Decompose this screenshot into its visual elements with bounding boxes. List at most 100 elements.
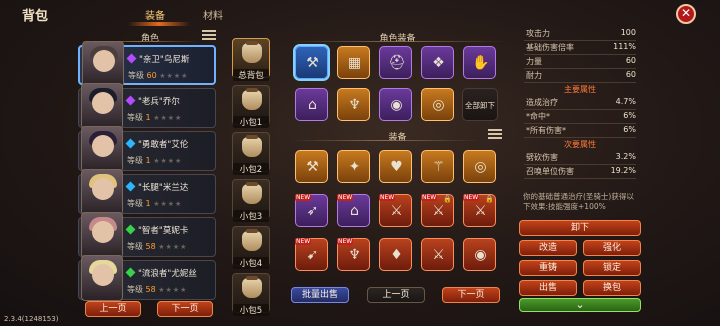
divider xyxy=(524,40,636,41)
character-card[interactable]: "勇敢者"艾伦等级 1 ★★★★ xyxy=(78,126,216,172)
level-value: 1 xyxy=(145,113,151,122)
bag-3[interactable]: 小包3 xyxy=(232,179,270,222)
bag-1[interactable]: 小包1 xyxy=(232,85,270,128)
face-shape xyxy=(92,264,114,286)
rarity-gem-icon xyxy=(125,267,136,278)
menu-icon[interactable] xyxy=(488,129,502,139)
menu-icon[interactable] xyxy=(202,30,216,40)
inventory-prev-button[interactable]: 上一页 xyxy=(367,287,425,303)
star-rating-icon: ★★★★ xyxy=(159,72,189,80)
equipment-slot[interactable]: ⚔ NEW xyxy=(379,194,412,227)
divider xyxy=(524,68,636,69)
bag-4[interactable]: 小包4 xyxy=(232,226,270,269)
equipment-slot[interactable]: ♆ xyxy=(337,88,370,121)
bag-0[interactable]: 总背包 xyxy=(232,38,270,81)
character-portrait xyxy=(81,126,123,172)
sell-button[interactable]: 出售 xyxy=(519,280,577,296)
character-name: "老兵"乔尔 xyxy=(125,95,180,107)
divider xyxy=(290,41,505,42)
equipment-slot[interactable]: ⌂ NEW xyxy=(337,194,370,227)
equipment-slot[interactable]: ◎ xyxy=(463,150,496,183)
inventory-next-button[interactable]: 下一页 xyxy=(442,287,500,303)
character-card[interactable]: "亲卫"乌尼斯等级 60 ★★★★ xyxy=(78,41,216,87)
lock-button[interactable]: 锁定 xyxy=(583,260,641,276)
level-label: 等级 xyxy=(127,113,143,122)
equipment-slot[interactable]: ⚚ xyxy=(421,150,454,183)
equipment-slot[interactable]: ◉ xyxy=(463,238,496,271)
star-rating-icon: ★★★★ xyxy=(153,200,183,208)
character-card[interactable]: "流浪者"尤妮丝 等级 58 ★★★★ xyxy=(78,255,216,301)
bag-label: 小包2 xyxy=(233,163,269,175)
level-value: 1 xyxy=(145,156,151,165)
equipment-slot[interactable]: ♥ xyxy=(379,150,412,183)
equipment-slot[interactable]: ♦ xyxy=(379,238,412,271)
face-shape xyxy=(93,50,115,72)
lock-icon: 🔒 xyxy=(443,195,452,203)
recast-button[interactable]: 重铸 xyxy=(519,260,577,276)
unequip-all-button[interactable]: 全部卸下 xyxy=(462,88,498,121)
character-level: 等级 58 ★★★★ xyxy=(127,241,187,252)
equipment-slot[interactable]: ❖ xyxy=(421,46,454,79)
characters-prev-button[interactable]: 上一页 xyxy=(85,301,141,317)
equipment-slot[interactable]: ⚔ NEW 🔒 xyxy=(421,194,454,227)
character-level: 等级 1 ★★★★ xyxy=(127,112,182,123)
level-label: 等级 xyxy=(127,242,143,251)
characters-next-button[interactable]: 下一页 xyxy=(157,301,213,317)
stat-name: 召唤单位伤害 xyxy=(526,167,574,176)
new-badge: NEW xyxy=(421,194,438,201)
rarity-gem-icon xyxy=(125,138,136,149)
bag-2[interactable]: 小包2 xyxy=(232,132,270,175)
stat-value: 6% xyxy=(623,111,636,120)
face-shape xyxy=(92,221,114,243)
equipment-slot[interactable]: ⛑ xyxy=(379,46,412,79)
star-rating-icon: ★★★★ xyxy=(158,286,188,294)
sword-icon: ⚔ xyxy=(474,203,487,219)
bulk-sell-button[interactable]: 批量出售 xyxy=(291,287,349,303)
new-badge: NEW xyxy=(295,194,312,201)
character-card[interactable]: "智者"莫妮卡 等级 58 ★★★★ xyxy=(78,212,216,258)
armor-icon: ▦ xyxy=(347,55,362,71)
equipment-slot[interactable]: ⚔ NEW 🔒 xyxy=(463,194,496,227)
modify-button[interactable]: 改造 xyxy=(519,240,577,256)
character-level: 等级 60 ★★★★ xyxy=(128,70,188,81)
character-card[interactable]: "老兵"乔尔 等级 1 ★★★★ xyxy=(78,83,216,129)
equipment-slot[interactable]: ✋ xyxy=(463,46,496,79)
divider xyxy=(290,140,480,141)
sack-icon xyxy=(242,276,262,298)
stat-name: 攻击力 xyxy=(526,29,550,38)
character-name: "长腿"米兰达 xyxy=(125,181,189,193)
equipment-slot[interactable]: ✦ xyxy=(337,150,370,183)
equipment-slot[interactable]: ⚔ xyxy=(421,238,454,271)
sword-icon: ⚔ xyxy=(432,247,445,263)
close-button[interactable]: ✕ xyxy=(676,4,696,24)
expand-chevron-icon[interactable]: ⌄ xyxy=(519,298,641,312)
equipment-slot[interactable]: ♆ NEW xyxy=(337,238,370,271)
swap-bag-button[interactable]: 换包 xyxy=(583,280,641,296)
tab-materials[interactable]: 材料 xyxy=(203,7,223,22)
enhance-button[interactable]: 强化 xyxy=(583,240,641,256)
equipment-slot[interactable]: ➶ NEW xyxy=(295,194,328,227)
unequip-button[interactable]: 卸下 xyxy=(519,220,641,236)
character-name-text: "长腿"米兰达 xyxy=(138,183,189,193)
character-card[interactable]: "长腿"米兰达 等级 1 ★★★★ xyxy=(78,169,216,215)
equipment-slot[interactable]: ◎ xyxy=(421,88,454,121)
equipment-slot[interactable]: ◉ xyxy=(379,88,412,121)
page-title: 背包 xyxy=(22,9,49,24)
tab-equipment[interactable]: 装备 xyxy=(145,7,165,22)
equipment-slot[interactable]: ▦ xyxy=(337,46,370,79)
sack-icon xyxy=(242,182,262,204)
bag-5[interactable]: 小包5 xyxy=(232,273,270,316)
bracelet-icon: ◉ xyxy=(390,97,403,113)
character-name-text: "亲卫"乌尼斯 xyxy=(139,55,190,65)
character-level: 等级 1 ★★★★ xyxy=(127,155,182,166)
equipment-slot[interactable]: ⚒ xyxy=(295,46,328,79)
rarity-gem-icon xyxy=(125,95,136,106)
necklace-icon: ✦ xyxy=(348,159,361,175)
equipment-slot[interactable]: ⚒ xyxy=(295,150,328,183)
equipment-slot[interactable]: ➹ NEW xyxy=(295,238,328,271)
character-name: "智者"莫妮卡 xyxy=(125,224,188,236)
equipment-slot[interactable]: ⌂ xyxy=(295,88,328,121)
character-name-text: "勇敢者"艾伦 xyxy=(138,140,189,150)
skill-description: 你的基础普通治疗(圣骑士)获得以下效果:技能强度+100% xyxy=(523,192,634,211)
character-portrait xyxy=(81,83,123,129)
